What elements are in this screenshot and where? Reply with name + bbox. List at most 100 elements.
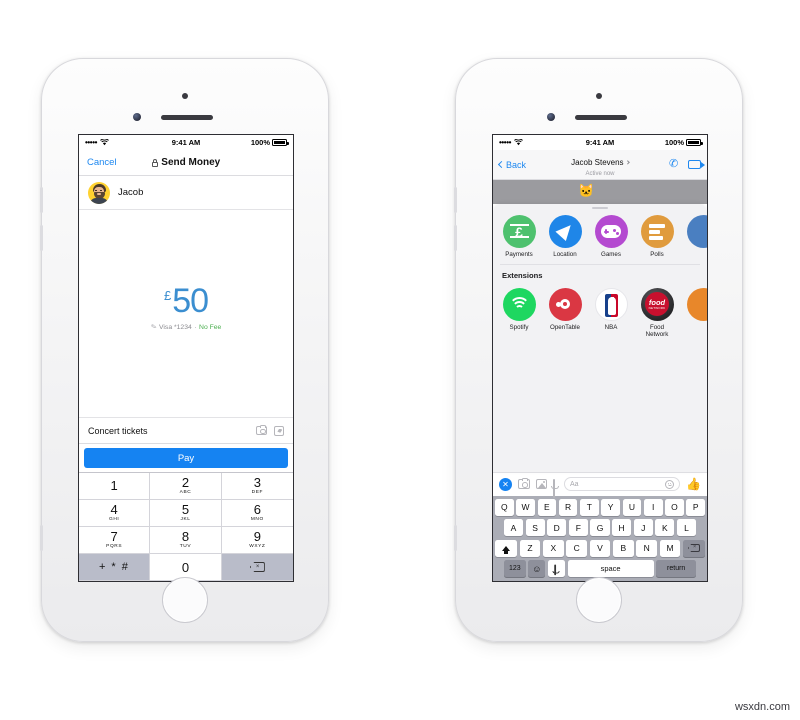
back-button[interactable]: Back xyxy=(497,160,526,170)
key-H[interactable]: H xyxy=(612,519,632,536)
power-button[interactable] xyxy=(40,525,43,551)
keypad-key-9[interactable]: 9 WXYZ xyxy=(221,527,293,554)
key-C[interactable]: C xyxy=(566,539,588,557)
emoji-key[interactable]: ☺ xyxy=(528,560,546,577)
keyboard-row-2: A S D F G H J K L xyxy=(495,519,705,536)
key-F[interactable]: F xyxy=(568,519,588,536)
key-J[interactable]: J xyxy=(633,519,653,536)
key-U[interactable]: U xyxy=(622,498,642,516)
keypad-key-backspace[interactable]: × xyxy=(221,554,293,581)
volume-down-button[interactable] xyxy=(40,225,43,251)
key-O[interactable]: O xyxy=(665,498,684,516)
keypad-key-7[interactable]: 7 PQRS xyxy=(79,527,151,554)
keypad-key-2[interactable]: 2 ABC xyxy=(150,473,222,500)
keypad-key-symbols[interactable]: + * # xyxy=(79,554,151,581)
screen-right: ••••• 9:41 AM 100% Back Jacob Stevens Ac… xyxy=(492,134,708,582)
message-composer-bar: ✕ Aa 👍 xyxy=(493,471,707,498)
home-button[interactable] xyxy=(162,577,208,623)
smiley-icon[interactable] xyxy=(665,479,675,489)
dictation-key[interactable] xyxy=(548,560,565,577)
shift-icon xyxy=(502,545,510,554)
key-P[interactable]: P xyxy=(686,498,706,516)
numbers-key[interactable]: 123 xyxy=(503,560,526,577)
delete-key[interactable]: × xyxy=(683,539,705,557)
status-bar-right: ••••• 9:41 AM 100% xyxy=(493,135,707,150)
bar-chart-icon xyxy=(640,215,674,249)
key-N[interactable]: N xyxy=(636,539,658,557)
thumbs-up-icon[interactable]: 👍 xyxy=(686,478,701,490)
key-E[interactable]: E xyxy=(537,498,557,516)
keypad-key-5[interactable]: 5 JKL xyxy=(150,500,222,527)
extension-spotify[interactable]: Spotify xyxy=(501,287,537,331)
keypad-key-8[interactable]: 8 TUV xyxy=(150,527,222,554)
power-button[interactable] xyxy=(454,525,457,551)
pay-button-container: Pay xyxy=(79,444,293,472)
app-label: Food Network xyxy=(645,323,669,338)
front-camera-icon xyxy=(596,93,602,99)
key-T[interactable]: T xyxy=(580,498,599,516)
volume-up-button[interactable] xyxy=(454,187,457,213)
chat-contact-name-row[interactable]: Jacob Stevens xyxy=(571,158,630,167)
key-I[interactable]: I xyxy=(643,498,663,516)
key-letters: TUV xyxy=(179,543,192,549)
app-location[interactable]: Location xyxy=(547,215,583,258)
chevron-left-icon xyxy=(497,160,506,169)
message-input[interactable]: Aa xyxy=(564,477,681,491)
video-camera-icon[interactable] xyxy=(688,160,705,169)
app-partial-next[interactable] xyxy=(685,215,707,251)
home-button[interactable] xyxy=(576,577,622,623)
keypad-key-1[interactable]: 1 xyxy=(79,473,151,500)
return-key[interactable]: return xyxy=(656,560,697,577)
key-R[interactable]: R xyxy=(558,498,578,516)
keypad-key-4[interactable]: 4 GHI xyxy=(79,500,151,527)
key-B[interactable]: B xyxy=(612,539,634,557)
extension-opentable[interactable]: OpenTable xyxy=(547,287,583,331)
key-K[interactable]: K xyxy=(655,519,675,536)
memo-input[interactable]: Concert tickets xyxy=(88,426,148,436)
key-Y[interactable]: Y xyxy=(601,498,620,516)
extension-partial-next[interactable] xyxy=(685,287,707,324)
camera-icon[interactable] xyxy=(256,424,267,435)
key-W[interactable]: W xyxy=(516,498,535,516)
volume-down-button[interactable] xyxy=(454,225,457,251)
app-polls[interactable]: Polls xyxy=(639,215,675,258)
keypad-key-3[interactable]: 3 DEF xyxy=(221,473,293,500)
app-games[interactable]: Games xyxy=(593,215,629,258)
camera-icon[interactable] xyxy=(518,477,530,489)
extension-nba[interactable]: NBA xyxy=(593,287,629,331)
chat-background-dimmed: 🐱 xyxy=(493,180,707,204)
chat-presence-status: Active now xyxy=(585,170,615,177)
key-S[interactable]: S xyxy=(525,519,545,536)
space-key[interactable]: space xyxy=(567,560,654,577)
key-V[interactable]: V xyxy=(589,539,611,557)
shift-key[interactable] xyxy=(495,539,517,557)
key-G[interactable]: G xyxy=(590,519,610,536)
key-L[interactable]: L xyxy=(676,519,697,536)
extension-food-network[interactable]: food NETWORK Food Network xyxy=(639,287,675,338)
memo-row[interactable]: Concert tickets xyxy=(79,418,293,444)
wifi-icon xyxy=(513,139,523,146)
key-X[interactable]: X xyxy=(542,539,564,557)
key-digit: + * # xyxy=(98,560,130,573)
iphone-device-right: ••••• 9:41 AM 100% Back Jacob Stevens Ac… xyxy=(454,58,743,642)
phone-icon[interactable]: ✆ xyxy=(669,159,680,170)
photo-library-icon[interactable] xyxy=(536,479,547,489)
microphone-icon[interactable] xyxy=(551,479,560,498)
key-Q[interactable]: Q xyxy=(494,498,514,516)
recipient-row[interactable]: Jacob xyxy=(79,176,293,210)
app-payments[interactable]: £ Payments xyxy=(501,215,537,258)
close-circle-icon[interactable]: ✕ xyxy=(499,477,512,491)
volume-up-button[interactable] xyxy=(40,187,43,213)
pay-button[interactable]: Pay xyxy=(84,448,288,468)
earpiece-speaker xyxy=(161,115,213,120)
key-A[interactable]: A xyxy=(503,519,524,536)
key-D[interactable]: D xyxy=(547,519,567,536)
cancel-button[interactable]: Cancel xyxy=(87,157,117,168)
key-M[interactable]: M xyxy=(659,539,681,557)
payment-method-row[interactable]: ✎ Visa *1234 · No Fee xyxy=(150,323,221,331)
key-Z[interactable]: Z xyxy=(519,539,541,557)
keypad-key-6[interactable]: 6 MNO xyxy=(221,500,293,527)
earpiece-speaker xyxy=(575,115,627,120)
app-label: Payments xyxy=(505,251,533,259)
sticker-icon[interactable] xyxy=(274,425,284,436)
